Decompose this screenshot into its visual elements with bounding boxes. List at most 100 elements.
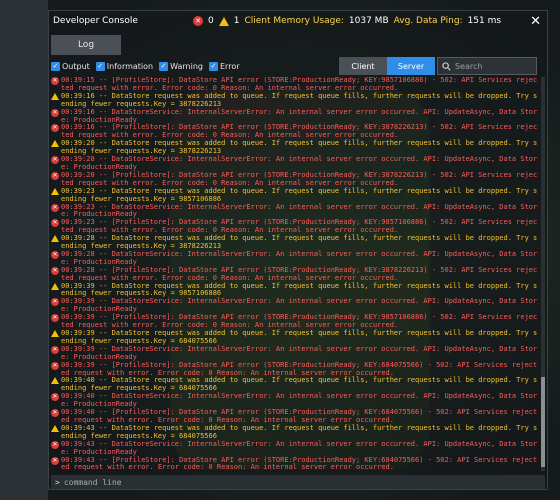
error-icon: ✕ — [51, 250, 59, 259]
filter-information[interactable]: ✓ Information — [95, 62, 154, 71]
log-entry-text: 00:39:16 -- DataStoreService: InternalSe… — [61, 107, 538, 124]
error-count-icon[interactable]: ✕ — [193, 16, 203, 26]
log-output[interactable]: ✕ 00:39:15 -- [ProfileStore]: DataStore A… — [51, 77, 539, 471]
log-entry: ✕ 00:39:40 -- DataStoreService: InternalS… — [51, 392, 539, 409]
checkbox-icon[interactable]: ✓ — [95, 62, 105, 71]
error-icon: ✕ — [51, 266, 59, 275]
error-icon: ✕ — [51, 440, 59, 449]
filter-label: Information — [106, 62, 154, 71]
checkbox-icon[interactable]: ✓ — [209, 62, 218, 71]
error-icon: ✕ — [51, 345, 59, 354]
error-icon: ✕ — [51, 219, 59, 228]
tab-log[interactable]: Log — [51, 35, 121, 55]
log-entry: 00:39:16 -- DataStore request was added … — [51, 91, 539, 109]
warning-count-icon[interactable] — [218, 16, 229, 26]
filter-label: Output — [62, 62, 90, 71]
titlebar: Developer Console ✕ 0 1 Client Memory Us… — [49, 11, 547, 33]
log-entry: ✕ 00:39:20 -- [ProfileStore]: DataStore A… — [51, 170, 539, 188]
log-entry: ✕ 00:39:39 -- [ProfileStore]: DataStore A… — [51, 313, 539, 330]
command-input[interactable] — [63, 477, 464, 487]
search-box[interactable] — [437, 57, 537, 75]
log-entry-text: 00:39:40 -- [ProfileStore]: DataStore AP… — [61, 408, 538, 424]
log-entry-text: 00:39:16 -- [ProfileStore]: DataStore AP… — [61, 123, 538, 140]
log-entry-text: 00:39:40 -- DataStore request was added … — [61, 376, 538, 393]
command-bar: > — [51, 475, 545, 489]
log-entry: ✕ 00:39:39 -- DataStoreService: InternalS… — [51, 297, 539, 314]
log-entry: ✕ 00:39:43 -- DataStoreService: InternalS… — [51, 439, 539, 457]
log-entry-text: 00:39:28 -- DataStore request was added … — [61, 234, 538, 251]
warning-icon — [51, 283, 59, 291]
error-icon: ✕ — [51, 314, 59, 323]
search-icon — [442, 61, 451, 71]
log-entry: 00:39:39 -- DataStore request was added … — [51, 329, 539, 346]
log-entry: ✕ 00:39:39 -- [ProfileStore]: DataStore A… — [51, 360, 539, 378]
log-scrollbar[interactable] — [541, 77, 545, 471]
log-entry: ✕ 00:39:28 -- DataStoreService: InternalS… — [51, 249, 539, 267]
ping-value: 151 ms — [467, 16, 502, 26]
log-entry: ✕ 00:39:23 -- DataStoreService: InternalS… — [51, 202, 539, 220]
log-entry-text: 00:39:20 -- DataStore request was added … — [61, 139, 538, 156]
command-prompt: > — [55, 477, 60, 487]
warning-count[interactable]: 1 — [234, 16, 240, 26]
log-entry-text: 00:39:39 -- DataStore request was added … — [61, 329, 538, 345]
log-entry-text: 00:39:39 -- DataStoreService: InternalSe… — [61, 297, 538, 314]
server-button[interactable]: Server — [387, 57, 435, 75]
side-strip — [0, 0, 48, 500]
log-entry: 00:39:43 -- DataStore request was added … — [51, 424, 539, 441]
warning-icon — [51, 93, 59, 101]
error-icon: ✕ — [51, 108, 59, 117]
error-icon: ✕ — [51, 77, 59, 85]
window-title: Developer Console — [53, 16, 138, 26]
ping-label: Avg. Data Ping: — [393, 16, 463, 26]
log-entry-text: 00:39:28 -- DataStoreService: InternalSe… — [61, 249, 538, 266]
log-entry-text: 00:39:28 -- [ProfileStore]: DataStore AP… — [61, 265, 538, 282]
log-entry-text: 00:39:43 -- DataStoreService: InternalSe… — [61, 439, 538, 456]
warning-icon — [51, 377, 59, 385]
error-icon: ✕ — [51, 124, 59, 133]
filter-label: Warning — [170, 62, 203, 71]
error-icon: ✕ — [51, 156, 59, 165]
filter-bar: ✓ Output ✓ Information ✓ Warning ✓ Error — [51, 62, 240, 71]
log-entry: 00:39:20 -- DataStore request was added … — [51, 139, 539, 156]
checkbox-icon[interactable]: ✓ — [159, 62, 169, 71]
search-input[interactable] — [455, 61, 535, 71]
log-entry-text: 00:39:39 -- [ProfileStore]: DataStore AP… — [61, 313, 538, 330]
client-server-switch: Client Server — [339, 57, 435, 75]
log-entry-text: 00:39:23 -- DataStoreService: InternalSe… — [61, 202, 538, 219]
log-entry-text: 00:39:20 -- [ProfileStore]: DataStore AP… — [61, 170, 538, 187]
log-entry: ✕ 00:39:15 -- [ProfileStore]: DataStore A… — [51, 77, 539, 93]
log-entry-text: 00:39:15 -- [ProfileStore]: DataStore AP… — [61, 77, 538, 92]
log-entry: ✕ 00:39:43 -- [ProfileStore]: DataStore A… — [51, 456, 539, 471]
error-icon: ✕ — [51, 171, 59, 180]
filter-output[interactable]: ✓ Output — [51, 62, 90, 71]
log-entry-text: 00:39:16 -- DataStore request was added … — [61, 91, 538, 108]
log-entry-text: 00:39:39 -- [ProfileStore]: DataStore AP… — [61, 360, 538, 377]
close-icon[interactable]: ✕ — [530, 14, 541, 29]
log-entry: 00:39:39 -- DataStore request was added … — [51, 281, 539, 299]
warning-icon — [51, 235, 59, 243]
scrollbar-thumb[interactable] — [541, 377, 545, 467]
log-entry: ✕ 00:39:39 -- DataStoreService: InternalS… — [51, 344, 539, 362]
developer-console: Developer Console ✕ 0 1 Client Memory Us… — [48, 10, 548, 490]
warning-icon — [51, 330, 59, 338]
log-entry-text: 00:39:39 -- DataStore request was added … — [61, 281, 538, 298]
log-entry-text: 00:39:23 -- [ProfileStore]: DataStore AP… — [61, 218, 538, 235]
log-entry: 00:39:40 -- DataStore request was added … — [51, 377, 539, 393]
filter-warning[interactable]: ✓ Warning — [159, 62, 203, 71]
warning-icon — [51, 188, 59, 196]
error-icon: ✕ — [51, 361, 59, 370]
log-entry-text: 00:39:23 -- DataStore request was added … — [61, 186, 538, 203]
warning-icon — [51, 425, 59, 433]
error-count[interactable]: 0 — [208, 16, 214, 26]
error-icon: ✕ — [51, 393, 59, 402]
log-entry: ✕ 00:39:20 -- DataStoreService: InternalS… — [51, 155, 539, 172]
checkbox-icon[interactable]: ✓ — [51, 62, 60, 71]
log-entry: 00:39:23 -- DataStore request was added … — [51, 186, 539, 204]
filter-error[interactable]: ✓ Error — [209, 62, 240, 71]
log-entry: ✕ 00:39:16 -- [ProfileStore]: DataStore A… — [51, 124, 539, 140]
log-entry: ✕ 00:39:40 -- [ProfileStore]: DataStore A… — [51, 408, 539, 425]
log-entry-text: 00:39:39 -- DataStoreService: InternalSe… — [61, 344, 538, 361]
log-entry-text: 00:39:20 -- DataStoreService: InternalSe… — [61, 155, 538, 171]
client-button[interactable]: Client — [339, 57, 387, 75]
error-icon: ✕ — [51, 456, 59, 465]
